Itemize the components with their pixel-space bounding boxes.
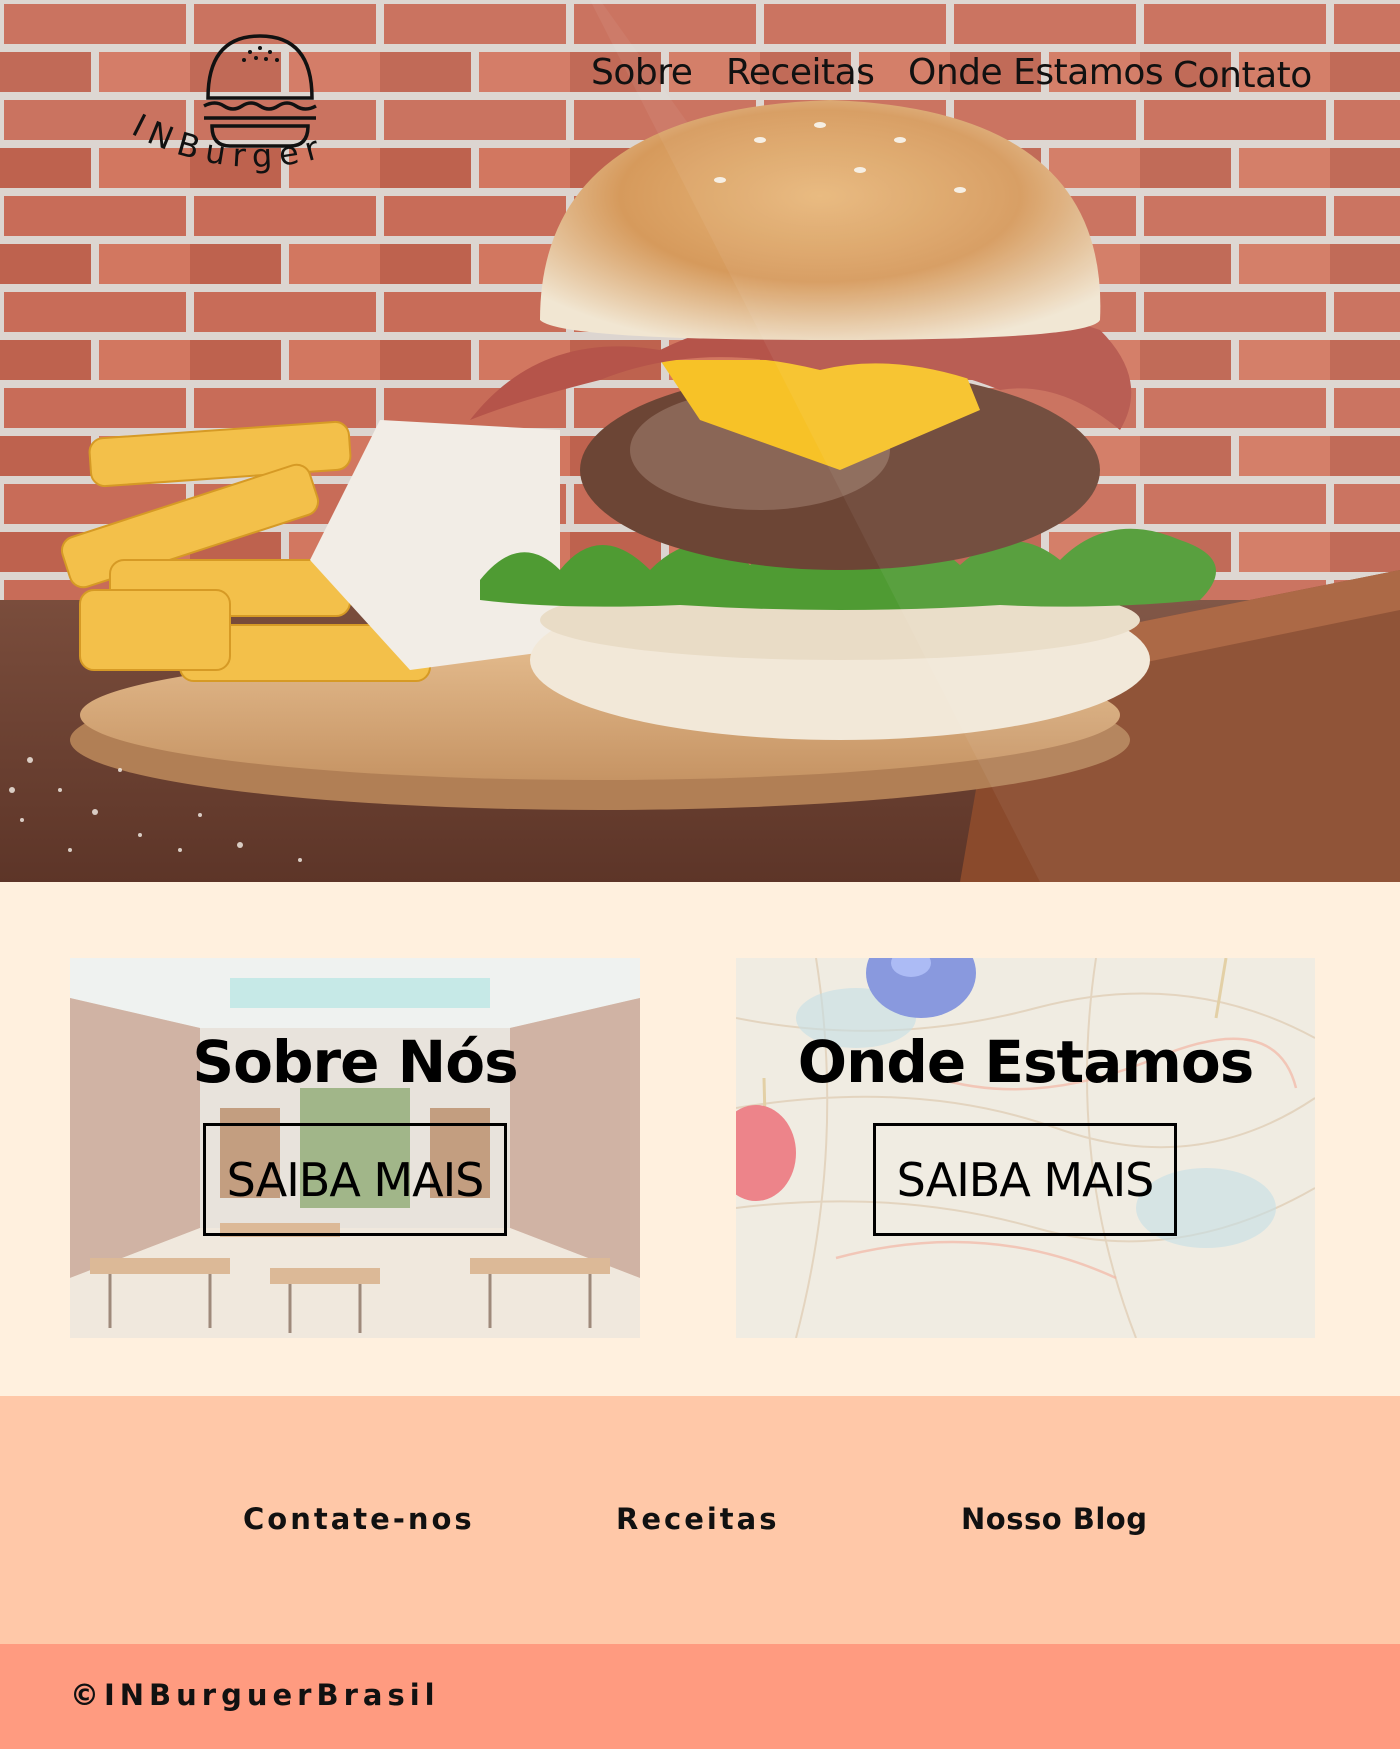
footer-link-nosso-blog[interactable]: Nosso Blog bbox=[961, 1502, 1147, 1536]
footer-links: Contate-nos Receitas Nosso Blog bbox=[0, 1396, 1400, 1644]
nav-link-contato[interactable]: Contato bbox=[1173, 55, 1312, 96]
copyright-text: ©INBurguerBrasil bbox=[70, 1678, 440, 1712]
nav-link-receitas[interactable]: Receitas bbox=[726, 52, 875, 93]
card-title-sobre-nos: Sobre Nós bbox=[192, 1028, 518, 1096]
copyright-bar: ©INBurguerBrasil bbox=[0, 1644, 1400, 1749]
hero-banner: INBurger Sobre Receitas Onde Estamos Con… bbox=[0, 0, 1400, 882]
footer-link-contate-nos[interactable]: Contate-nos bbox=[243, 1502, 475, 1536]
card-title-onde-estamos: Onde Estamos bbox=[797, 1028, 1254, 1096]
saiba-mais-button-onde[interactable]: SAIBA MAIS bbox=[873, 1123, 1177, 1236]
nav-link-sobre[interactable]: Sobre bbox=[591, 52, 693, 93]
main-nav: Sobre Receitas Onde Estamos Contato bbox=[0, 52, 1400, 112]
card-sobre-nos: Sobre Nós SAIBA MAIS bbox=[70, 958, 640, 1338]
nav-link-onde-estamos[interactable]: Onde Estamos bbox=[908, 52, 1164, 93]
card-onde-estamos: Onde Estamos SAIBA MAIS bbox=[736, 958, 1315, 1338]
footer-link-receitas[interactable]: Receitas bbox=[616, 1502, 780, 1536]
saiba-mais-button-sobre[interactable]: SAIBA MAIS bbox=[203, 1123, 507, 1236]
